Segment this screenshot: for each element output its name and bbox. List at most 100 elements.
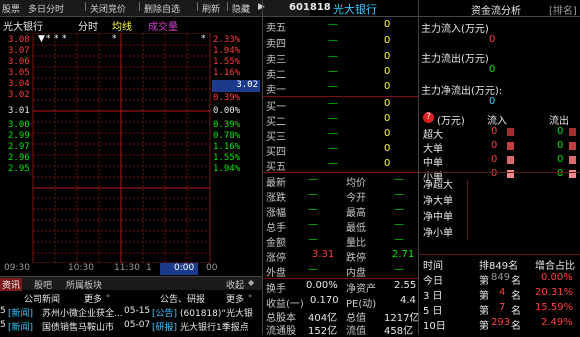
flow-outflow-bar	[569, 128, 576, 136]
ask-row-5[interactable]: 卖五 — 0	[266, 19, 416, 34]
main-net-outflow-value: 0	[489, 96, 496, 107]
tab-moving-average[interactable]: 均线	[112, 18, 132, 33]
svg-text:▼: ▼	[38, 34, 45, 44]
toolbar-remove-watchlist-button[interactable]: 删除自选	[144, 2, 180, 15]
time-label: 09:30	[4, 263, 30, 273]
ask-row-4[interactable]: 卖四 — 0	[266, 35, 416, 50]
book-divider	[263, 278, 418, 279]
bid-row-2[interactable]: 买二 — 0	[266, 113, 416, 128]
stock-name: 光大银行	[333, 3, 377, 16]
rank-rate: 15.59%	[535, 302, 574, 313]
ask-row-1[interactable]: 卖一 — 0	[266, 81, 416, 96]
bid-row-3[interactable]: 买三 — 0	[266, 128, 416, 143]
announcement-date: 05-15	[124, 306, 151, 316]
svg-text:*: *	[46, 34, 51, 44]
news-date-prefix: 5	[0, 320, 6, 330]
bid-price: —	[328, 98, 338, 109]
quote-label: 流值	[346, 326, 366, 337]
quote-label: 跌停	[346, 253, 366, 264]
tab-news[interactable]: 资讯	[0, 278, 23, 291]
tab-sector[interactable]: 所属板块	[66, 278, 102, 291]
book-divider	[263, 172, 418, 173]
announcement-tag: [公告]	[152, 309, 178, 319]
current-price-value: 3.02	[236, 80, 258, 90]
tab-volume[interactable]: 成交量	[148, 18, 178, 33]
collapse-arrow-icon[interactable]: ◆	[248, 278, 254, 287]
rank-prefix: 第	[479, 291, 489, 302]
quote-value: 0.00%	[306, 280, 338, 291]
tab-intraday[interactable]: 分时	[78, 18, 98, 33]
ask-row-3[interactable]: 卖三 — 0	[266, 51, 416, 66]
main-outflow-label: 主力流出(万元)	[421, 54, 489, 65]
toolbar-multiday-button[interactable]: 多日分时	[28, 2, 64, 15]
rank-prefix: 第	[479, 276, 489, 287]
rank-period: 10日	[423, 321, 446, 332]
rank-button[interactable]: [排名]	[549, 2, 577, 17]
net-size-label: 净超大	[423, 180, 453, 191]
rank-rate: 20.31%	[535, 287, 574, 298]
news-title-link[interactable]: 苏州小微企业获全...	[42, 306, 123, 319]
quote-label: 均价	[346, 178, 366, 189]
news-tab-bar: 资讯 股吧 所属板块 收起 ◆	[0, 276, 262, 291]
quote-row: 收益(一) 0.170 PE(动) 4.4	[266, 295, 416, 310]
ask-row-2[interactable]: 卖二 — 0	[266, 66, 416, 81]
quote-value: 4.4	[400, 295, 416, 306]
bid-row-4[interactable]: 买四 — 0	[266, 143, 416, 158]
net-size-label: 净大单	[423, 196, 453, 207]
rank-suffix: 名	[511, 306, 521, 317]
ask-price: —	[328, 66, 338, 77]
news-title-link[interactable]: 国债销售马鞍山市	[42, 320, 114, 333]
fund-flow-panel: 资金流分析 [排名] 主力流入(万元) 0 主力流出(万元) 0 主力净流出(万…	[418, 0, 580, 334]
collapse-button[interactable]: 收起	[226, 278, 244, 291]
bid-volume: 0	[384, 143, 391, 154]
flow-inflow-value: 0	[491, 126, 498, 137]
toolbar-hide-button[interactable]: 隐藏	[232, 2, 250, 15]
company-news-title: 公司新闻	[24, 295, 61, 305]
rank-suffix: 名	[511, 291, 521, 302]
rank-time-header: 时间	[423, 261, 443, 272]
quote-value: 2.55	[394, 280, 417, 291]
rank-number: 4	[499, 287, 506, 298]
tab-forum[interactable]: 股吧	[34, 278, 52, 291]
bid-label: 买四	[266, 147, 286, 158]
quote-label: 今开	[346, 193, 366, 204]
current-price-box: 3.02	[212, 80, 260, 92]
chart-stock-name: 光大银行	[3, 22, 43, 33]
ask-label: 卖二	[266, 70, 286, 81]
rank-rate: 2.49%	[541, 317, 573, 328]
more-arrow-icon: »	[248, 292, 253, 300]
flow-divider	[419, 254, 580, 255]
toolbar-close-auction-button[interactable]: 关闭竞价	[90, 2, 126, 15]
quote-row: 换手 0.00% 净资产 2.55	[266, 280, 417, 295]
ask-volume: 0	[384, 19, 391, 30]
announcement-title-link[interactable]: 光大银行1季报点	[180, 320, 249, 333]
more-company-news-link[interactable]: 更多	[84, 292, 102, 305]
quote-row: 最新 — 均价 —	[266, 174, 416, 189]
news-row[interactable]: 5 [新闻] 苏州小微企业获全... 05-15 [公告] (601818)“光…	[0, 306, 262, 319]
bid-row-1[interactable]: 买一 — 0	[266, 98, 416, 113]
more-announcements-link[interactable]: 更多	[226, 292, 244, 305]
rate-header: 增合占比	[535, 261, 575, 272]
news-row[interactable]: 5 [新闻] 国债销售马鞍山市 05-07 [研报] 光大银行1季报点	[0, 320, 262, 333]
help-icon[interactable]: ?	[423, 112, 434, 123]
pct-axis-label: 0.00%	[213, 106, 241, 116]
fund-flow-title: 资金流分析	[471, 6, 521, 17]
ask-price: —	[328, 51, 338, 62]
quote-value: —	[308, 219, 318, 230]
svg-text:*: *	[201, 34, 206, 44]
bid-row-5[interactable]: 买五 — 0	[266, 158, 416, 173]
toolbar-refresh-button[interactable]: 刷新	[202, 2, 220, 15]
toolbar-divider: |	[84, 2, 88, 12]
quote-value: —	[394, 234, 404, 245]
quote-value: —	[394, 264, 404, 275]
quote-label: 换手	[266, 284, 286, 295]
announcement-title-link[interactable]: (601818)“光大银	[180, 306, 253, 319]
toolbar-stock-button[interactable]: 股票	[2, 2, 20, 15]
quote-value: 152亿	[308, 326, 338, 337]
bid-volume: 0	[384, 158, 391, 169]
news-header-row: 公司新闻 更多 » 公告、研报 更多 »	[0, 292, 262, 305]
fund-flow-header: 资金流分析 [排名]	[419, 0, 580, 17]
quote-row: 涨停 3.31 跌停 2.71	[266, 249, 416, 264]
rank-period: 今日	[423, 276, 443, 287]
quote-value: —	[308, 204, 318, 215]
